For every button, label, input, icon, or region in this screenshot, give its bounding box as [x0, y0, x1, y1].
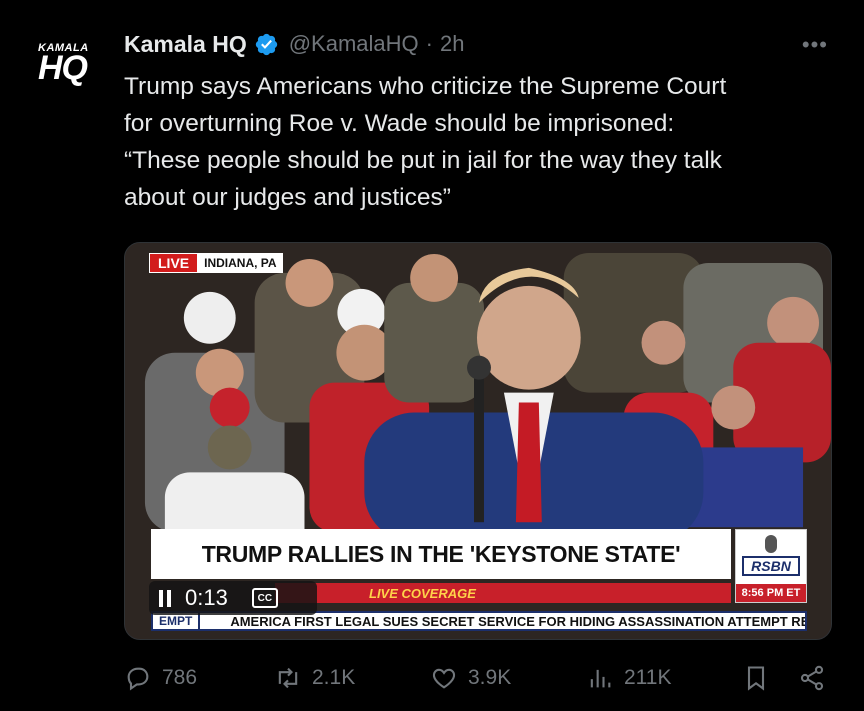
bookmark-icon: [747, 666, 765, 691]
like-count: 3.9K: [468, 666, 512, 689]
captions-icon[interactable]: CC: [251, 588, 278, 608]
like-button[interactable]: 3.9K: [430, 664, 511, 692]
tweet-actions: 786 2.1K 3.9K 211K: [124, 664, 836, 704]
repost-icon: [278, 667, 298, 689]
pause-icon[interactable]: [159, 589, 171, 607]
views-button[interactable]: 211K: [586, 664, 672, 692]
author-avatar[interactable]: KAMALA HQ: [34, 40, 106, 90]
location-label: INDIANA, PA: [198, 253, 283, 273]
repost-button[interactable]: 2.1K: [274, 664, 355, 692]
network-logo: RSBN 8:56 PM ET: [735, 529, 807, 603]
tweet-text-line: “These people should be put in jail for …: [124, 147, 722, 174]
tweet-text-line: for overturning Roe v. Wade should be im…: [124, 110, 675, 137]
repost-count: 2.1K: [312, 666, 356, 689]
video-controls: 0:13 CC: [149, 581, 317, 615]
verified-badge-icon[interactable]: [254, 32, 279, 57]
views-icon: [590, 669, 611, 688]
tweet-text: Trump says Americans who criticize the S…: [124, 68, 844, 216]
bookmark-button[interactable]: [742, 664, 770, 692]
network-name: RSBN: [742, 556, 800, 576]
headline-text: TRUMP RALLIES IN THE 'KEYSTONE STATE': [201, 540, 681, 567]
tweet-text-line: about our judges and justices”: [124, 184, 451, 211]
news-headline: TRUMP RALLIES IN THE 'KEYSTONE STATE': [151, 529, 731, 579]
playback-time: 0:13: [185, 585, 228, 610]
live-badge: LIVE INDIANA, PA: [149, 253, 283, 273]
separator-dot: ·: [425, 31, 433, 56]
ticker-lead: EMPT: [153, 613, 201, 629]
more-options-icon[interactable]: •••: [802, 34, 828, 56]
ticker-text: AMERICA FIRST LEGAL SUES SECRET SERVICE …: [230, 613, 807, 629]
timestamp[interactable]: 2h: [440, 31, 464, 57]
video-player[interactable]: LIVE INDIANA, PA TRUMP RALLIES IN THE 'K…: [124, 242, 832, 640]
heart-icon: [432, 668, 456, 689]
reply-button[interactable]: 786: [124, 664, 197, 692]
tweet-header: Kamala HQ @KamalaHQ · 2h: [124, 29, 464, 59]
coverage-label: LIVE COVERAGE: [369, 585, 476, 601]
view-count: 211K: [624, 666, 672, 689]
display-name[interactable]: Kamala HQ: [124, 31, 247, 58]
coverage-bar: LIVE COVERAGE: [275, 583, 731, 603]
microphone-icon: [765, 535, 777, 553]
tweet-text-line: Trump says Americans who criticize the S…: [124, 73, 727, 100]
reply-icon: [127, 667, 149, 691]
broadcast-clock: 8:56 PM ET: [736, 584, 806, 602]
reply-count: 786: [162, 666, 198, 689]
share-icon: [800, 665, 824, 691]
live-label: LIVE: [149, 253, 199, 273]
handle[interactable]: @KamalaHQ: [289, 31, 419, 57]
avatar-text-big: HQ: [38, 49, 88, 87]
share-button[interactable]: [798, 664, 826, 692]
